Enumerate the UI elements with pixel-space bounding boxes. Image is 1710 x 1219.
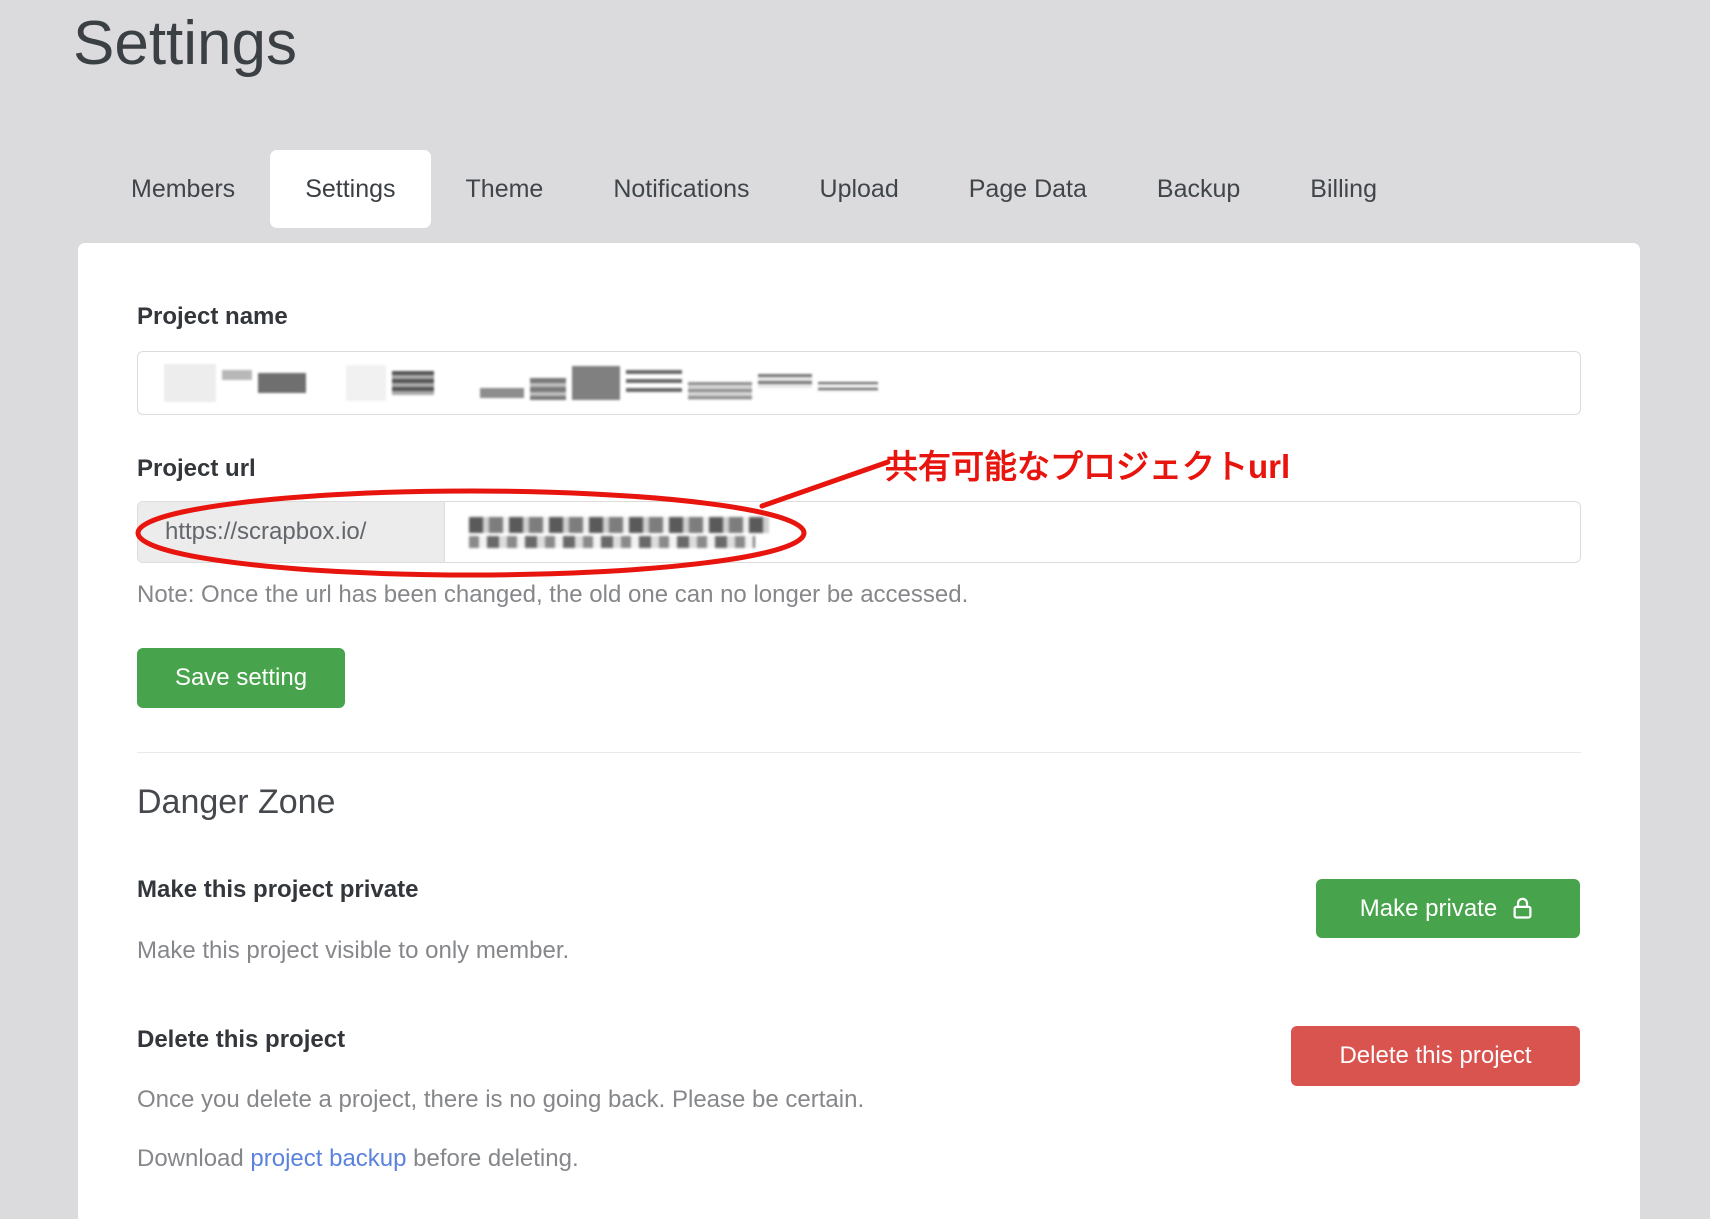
make-private-label: Make private (1360, 895, 1497, 923)
delete-project-heading: Delete this project (137, 1026, 345, 1054)
delete-project-button[interactable]: Delete this project (1291, 1026, 1580, 1086)
tab-page-data[interactable]: Page Data (934, 150, 1122, 228)
download-prefix: Download (137, 1145, 250, 1172)
tab-notifications[interactable]: Notifications (578, 150, 784, 228)
project-name-input[interactable] (137, 351, 1581, 415)
annotation-text: 共有可能なプロジェクトurl (885, 440, 1290, 488)
settings-tabbar: Members Settings Theme Notifications Upl… (96, 150, 1412, 228)
project-backup-link[interactable]: project backup (250, 1145, 406, 1172)
tab-theme[interactable]: Theme (431, 150, 579, 228)
page-title: Settings (73, 8, 297, 79)
tab-settings[interactable]: Settings (270, 150, 430, 228)
project-name-label: Project name (137, 303, 288, 331)
redacted-project-name (138, 352, 1580, 414)
delete-project-description: Once you delete a project, there is no g… (137, 1086, 864, 1114)
tab-billing[interactable]: Billing (1275, 150, 1412, 228)
section-divider (137, 752, 1581, 753)
tab-backup[interactable]: Backup (1122, 150, 1275, 228)
delete-project-label: Delete this project (1339, 1042, 1531, 1070)
url-change-note: Note: Once the url has been changed, the… (137, 581, 968, 609)
save-setting-button[interactable]: Save setting (137, 648, 345, 708)
lock-icon (1509, 895, 1536, 922)
url-prefix-addon: https://scrapbox.io/ (138, 502, 445, 562)
danger-zone-title: Danger Zone (137, 783, 335, 822)
project-url-label: Project url (137, 455, 256, 483)
make-private-heading: Make this project private (137, 876, 418, 904)
settings-screen: Settings Members Settings Theme Notifica… (0, 0, 1710, 1219)
settings-panel: Project name Project url (78, 243, 1640, 1219)
download-suffix: before deleting. (407, 1145, 579, 1172)
project-url-input-group: https://scrapbox.io/ (137, 501, 1581, 563)
make-private-description: Make this project visible to only member… (137, 937, 569, 965)
redacted-project-url (469, 517, 769, 548)
tab-members[interactable]: Members (96, 150, 270, 228)
tab-upload[interactable]: Upload (785, 150, 934, 228)
save-setting-label: Save setting (175, 664, 307, 692)
make-private-button[interactable]: Make private (1316, 879, 1580, 938)
project-url-input[interactable] (445, 502, 1580, 562)
download-backup-line: Download project backup before deleting. (137, 1145, 579, 1173)
